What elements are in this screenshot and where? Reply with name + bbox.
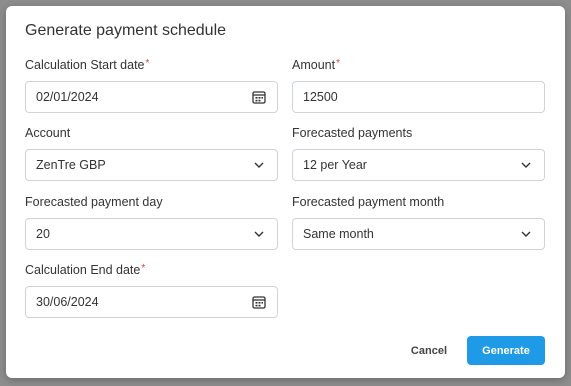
required-marker: *: [336, 58, 340, 69]
calc-end-value: 30/06/2024: [36, 295, 99, 309]
calendar-icon[interactable]: [251, 294, 267, 310]
account-label: Account: [25, 126, 71, 140]
required-marker: *: [145, 58, 150, 69]
payment-month-field: Forecasted payment month Same month: [292, 195, 545, 250]
calc-end-date-input[interactable]: 30/06/2024: [25, 286, 278, 318]
payment-month-select[interactable]: Same month: [292, 218, 545, 250]
account-value: ZenTre GBP: [36, 158, 106, 172]
amount-label: Amount*: [292, 58, 340, 72]
payment-day-field: Forecasted payment day 20: [25, 195, 278, 250]
chevron-down-icon: [251, 226, 267, 242]
payment-day-select[interactable]: 20: [25, 218, 278, 250]
forecasted-payments-label: Forecasted payments: [292, 126, 413, 140]
dialog-title: Generate payment schedule: [25, 22, 227, 39]
cancel-button[interactable]: Cancel: [391, 336, 467, 365]
dialog-actions: Cancel Generate: [391, 336, 545, 365]
payment-month-value: Same month: [303, 227, 374, 241]
calc-start-field: Calculation Start date* 02/01/2024: [25, 58, 278, 113]
chevron-down-icon: [518, 226, 534, 242]
chevron-down-icon: [251, 157, 267, 173]
account-select[interactable]: ZenTre GBP: [25, 149, 278, 181]
account-field: Account ZenTre GBP: [25, 126, 278, 181]
amount-input[interactable]: 12500: [292, 81, 545, 113]
calc-start-label: Calculation Start date*: [25, 58, 150, 72]
calc-start-value: 02/01/2024: [36, 90, 99, 104]
forecasted-payments-field: Forecasted payments 12 per Year: [292, 126, 545, 181]
payment-day-value: 20: [36, 227, 50, 241]
chevron-down-icon: [518, 157, 534, 173]
generate-button[interactable]: Generate: [467, 336, 545, 365]
amount-field: Amount* 12500: [292, 58, 545, 113]
calc-end-label: Calculation End date*: [25, 263, 146, 277]
amount-value: 12500: [303, 90, 338, 104]
calc-start-date-input[interactable]: 02/01/2024: [25, 81, 278, 113]
payment-month-label: Forecasted payment month: [292, 195, 445, 209]
calc-end-field: Calculation End date* 30/06/2024: [25, 263, 278, 318]
forecasted-payments-select[interactable]: 12 per Year: [292, 149, 545, 181]
required-marker: *: [141, 263, 146, 274]
payment-schedule-dialog: Generate payment schedule Calculation St…: [6, 6, 565, 378]
calendar-icon[interactable]: [251, 89, 267, 105]
payment-day-label: Forecasted payment day: [25, 195, 163, 209]
forecasted-payments-value: 12 per Year: [303, 158, 367, 172]
